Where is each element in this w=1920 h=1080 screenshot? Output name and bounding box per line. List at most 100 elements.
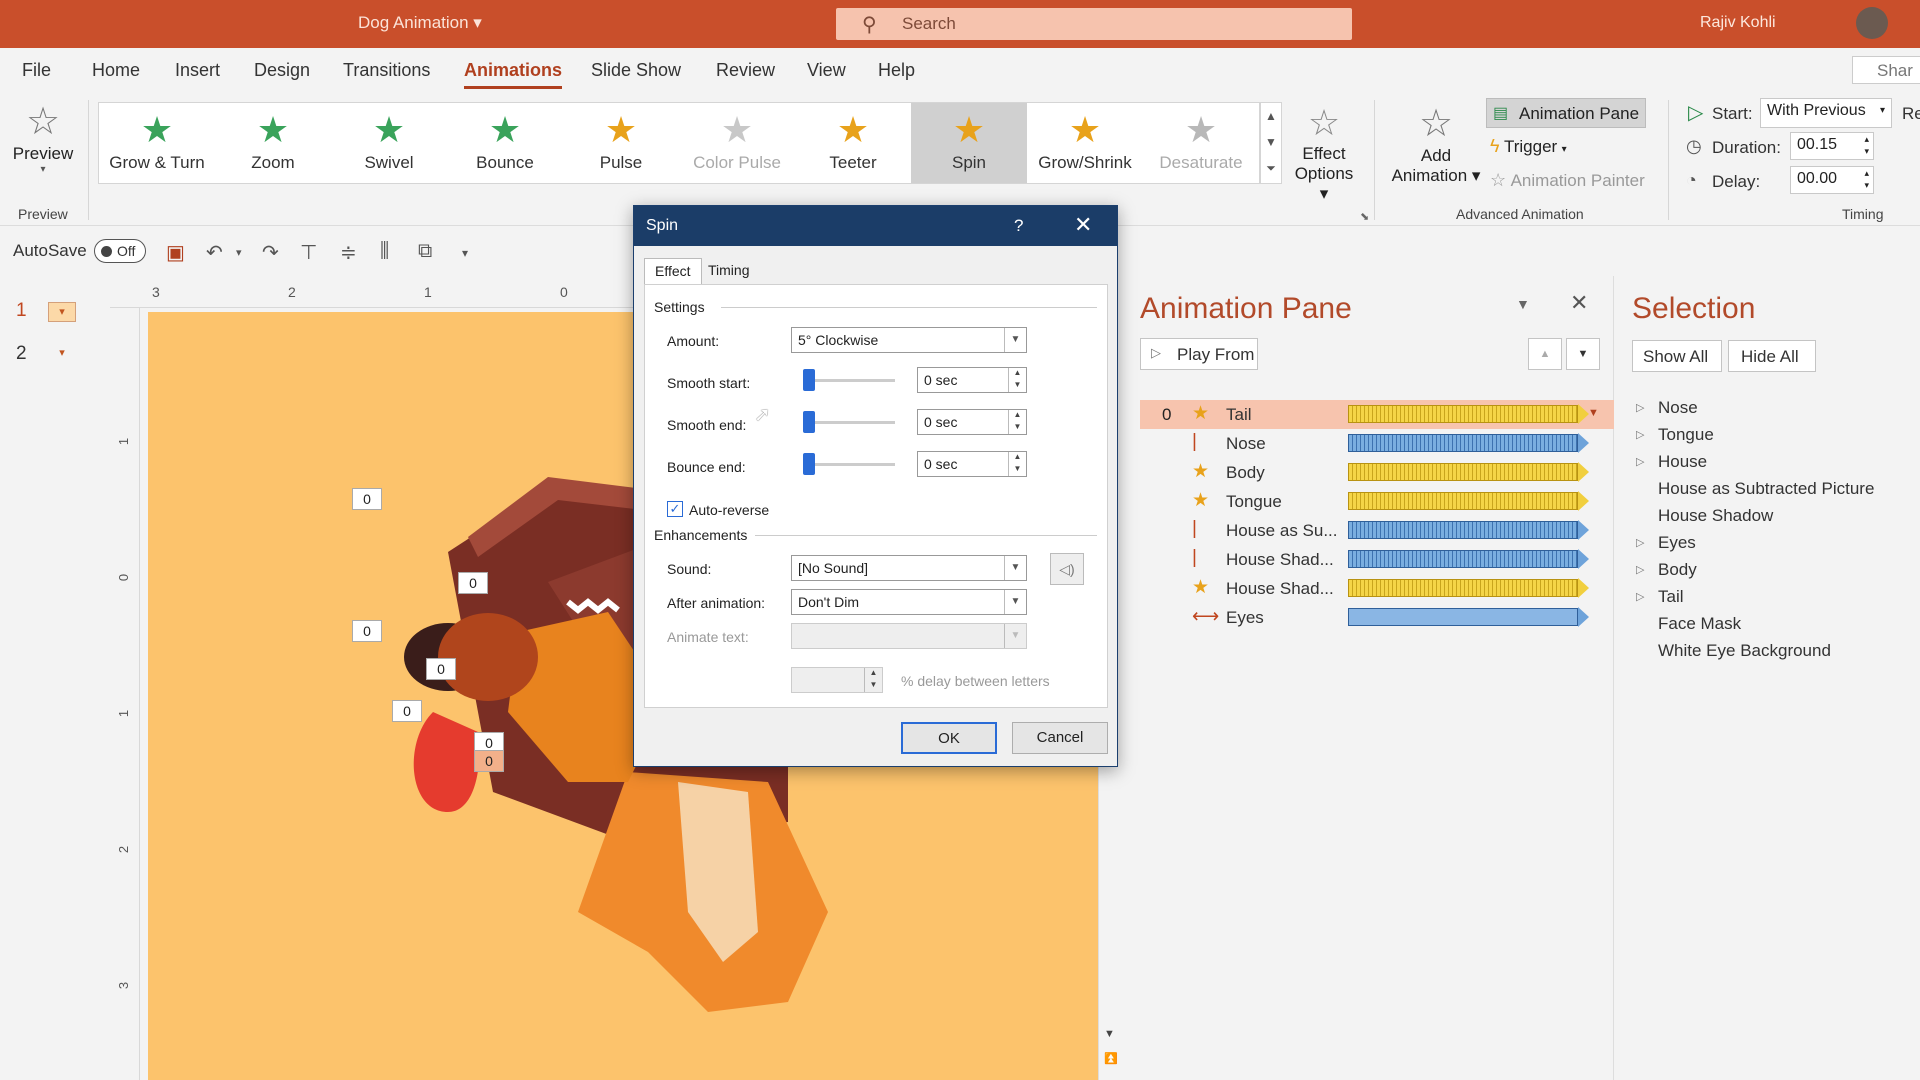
timeline-bar[interactable] xyxy=(1348,462,1589,482)
spin-down-icon[interactable]: ▼ xyxy=(864,680,882,692)
animation-item[interactable]: 0 ★ Tail ▼ xyxy=(1140,400,1614,429)
expand-caret-icon[interactable]: ▷ xyxy=(1636,401,1644,414)
selection-item[interactable]: Nose xyxy=(1658,398,1698,418)
customize-icon[interactable]: ▾ xyxy=(462,246,468,260)
timeline-bar[interactable] xyxy=(1348,607,1589,627)
smooth-start-track[interactable] xyxy=(805,379,895,382)
smooth-start-slider[interactable] xyxy=(803,369,815,391)
effect-options-button[interactable]: ☆ Effect Options ▾ xyxy=(1290,102,1358,203)
present-icon[interactable]: ⊤ xyxy=(300,240,317,265)
letter-delay-input[interactable]: ▲ ▼ xyxy=(791,667,883,693)
animation-item[interactable]: | House as Su... xyxy=(1140,516,1614,545)
slide-thumbnail-2[interactable]: ▾ xyxy=(48,344,76,364)
effect-pulse[interactable]: ★ Pulse xyxy=(563,103,679,183)
animate-text-select[interactable]: ▼ xyxy=(791,623,1027,649)
tab-effect[interactable]: Effect xyxy=(644,258,702,284)
speaker-icon[interactable]: ◁) xyxy=(1050,553,1084,585)
spin-up-icon[interactable]: ▲ xyxy=(864,668,882,680)
animation-order-tag[interactable]: 0 xyxy=(474,750,504,772)
dialog-launcher-icon[interactable]: ⬊ xyxy=(1360,210,1369,223)
trigger-button[interactable]: ϟ Trigger ▾ xyxy=(1490,136,1567,157)
tab-insert[interactable]: Insert xyxy=(175,60,220,81)
effect-bounce[interactable]: ★ Bounce xyxy=(447,103,563,183)
selection-item[interactable]: House as Subtracted Picture xyxy=(1658,479,1874,499)
arrange-icon[interactable]: ⧉ xyxy=(418,240,432,263)
effect-swivel[interactable]: ★ Swivel xyxy=(331,103,447,183)
animation-order-tag[interactable]: 0 xyxy=(426,658,456,680)
animation-item[interactable]: | House Shad... xyxy=(1140,545,1614,574)
expand-caret-icon[interactable]: ▷ xyxy=(1636,428,1644,441)
animation-order-tag[interactable]: 0 xyxy=(458,572,488,594)
scroll-down-icon[interactable]: ▼ xyxy=(1104,1028,1115,1040)
tab-animations[interactable]: Animations xyxy=(464,60,562,81)
autosave-toggle[interactable]: Off xyxy=(94,239,146,263)
effect-teeter[interactable]: ★ Teeter xyxy=(795,103,911,183)
effect-grow-turn[interactable]: ★ Grow & Turn xyxy=(99,103,215,183)
animation-item[interactable]: ★ Body xyxy=(1140,458,1614,487)
gallery-more-icon[interactable]: ⏷ xyxy=(1261,155,1281,181)
start-select[interactable]: With Previous ▾ xyxy=(1760,98,1892,128)
pane-options-icon[interactable]: ▼ xyxy=(1516,296,1530,312)
bounce-end-input[interactable]: 0 sec ▲ ▼ xyxy=(917,451,1027,477)
auto-reverse-checkbox[interactable]: ✓ xyxy=(667,501,683,517)
show-all-button[interactable]: Show All xyxy=(1632,340,1722,372)
share-button[interactable]: Shar xyxy=(1852,56,1920,84)
chevron-down-icon[interactable]: ▼ xyxy=(1004,556,1026,580)
selection-item[interactable]: Face Mask xyxy=(1658,614,1741,634)
expand-caret-icon[interactable]: ▷ xyxy=(1636,536,1644,549)
effect-color-pulse[interactable]: ★ Color Pulse xyxy=(679,103,795,183)
tab-view[interactable]: View xyxy=(807,60,846,81)
play-from-button[interactable]: ▷ Play From xyxy=(1140,338,1258,370)
sound-select[interactable]: [No Sound] ▼ xyxy=(791,555,1027,581)
tab-help[interactable]: Help xyxy=(878,60,915,81)
animation-painter-button[interactable]: ☆ Animation Painter xyxy=(1490,170,1645,191)
ok-button[interactable]: OK xyxy=(901,722,997,754)
tab-review[interactable]: Review xyxy=(716,60,775,81)
tab-transitions[interactable]: Transitions xyxy=(343,60,430,81)
effect-grow-shrink[interactable]: ★ Grow/Shrink xyxy=(1027,103,1143,183)
bounce-end-slider[interactable] xyxy=(803,453,815,475)
reorder-label[interactable]: Re xyxy=(1902,104,1920,124)
expand-caret-icon[interactable]: ▷ xyxy=(1636,590,1644,603)
chevron-down-icon[interactable]: ▼ xyxy=(1004,328,1026,352)
gallery-scroll[interactable]: ▲ ▼ ⏷ xyxy=(1260,102,1282,184)
after-animation-select[interactable]: Don't Dim ▼ xyxy=(791,589,1027,615)
redo-icon[interactable]: ↷ xyxy=(262,240,279,265)
spin-up-icon[interactable]: ▲ xyxy=(1008,410,1026,422)
search-box[interactable]: ⚲ Search xyxy=(836,8,1352,40)
spin-down-icon[interactable]: ▼ xyxy=(1008,422,1026,434)
selection-item[interactable]: Tongue xyxy=(1658,425,1714,445)
smooth-end-input[interactable]: 0 sec ▲ ▼ xyxy=(917,409,1027,435)
undo-icon[interactable]: ↶ xyxy=(206,240,223,265)
align-icon[interactable]: ≑ xyxy=(340,240,357,265)
hide-all-button[interactable]: Hide All xyxy=(1728,340,1816,372)
animation-order-tag[interactable]: 0 xyxy=(352,488,382,510)
tab-slide-show[interactable]: Slide Show xyxy=(591,60,681,81)
tab-home[interactable]: Home xyxy=(92,60,140,81)
animation-order-tag[interactable]: 0 xyxy=(352,620,382,642)
amount-select[interactable]: 5° Clockwise ▼ xyxy=(791,327,1027,353)
effect-desaturate[interactable]: ★ Desaturate xyxy=(1143,103,1259,183)
selection-item[interactable]: White Eye Background xyxy=(1658,641,1831,661)
help-icon[interactable]: ? xyxy=(1014,216,1023,236)
duration-input[interactable]: 00.15 ▴ ▾ xyxy=(1790,132,1874,160)
expand-caret-icon[interactable]: ▷ xyxy=(1636,563,1644,576)
move-up-button[interactable]: ▲ xyxy=(1528,338,1562,370)
timeline-bar[interactable] xyxy=(1348,549,1589,569)
tab-design[interactable]: Design xyxy=(254,60,310,81)
effect-spin[interactable]: ★ Spin xyxy=(911,103,1027,183)
selection-item[interactable]: Tail xyxy=(1658,587,1684,607)
animation-item[interactable]: ★ House Shad... xyxy=(1140,574,1614,603)
timeline-bar[interactable] xyxy=(1348,491,1589,511)
spin-up-icon[interactable]: ▲ xyxy=(1008,368,1026,380)
effect-zoom[interactable]: ★ Zoom xyxy=(215,103,331,183)
user-name[interactable]: Rajiv Kohli xyxy=(1700,14,1776,32)
chevron-down-icon[interactable]: ▾ xyxy=(236,246,242,259)
selection-item[interactable]: Eyes xyxy=(1658,533,1696,553)
slide-thumbnail-1[interactable]: ▾ xyxy=(48,302,76,322)
avatar[interactable] xyxy=(1856,7,1888,39)
selection-item[interactable]: Body xyxy=(1658,560,1697,580)
scroll-up-icon[interactable]: ▲ xyxy=(1261,103,1281,129)
smooth-start-input[interactable]: 0 sec ▲ ▼ xyxy=(917,367,1027,393)
timeline-bar[interactable] xyxy=(1348,578,1589,598)
